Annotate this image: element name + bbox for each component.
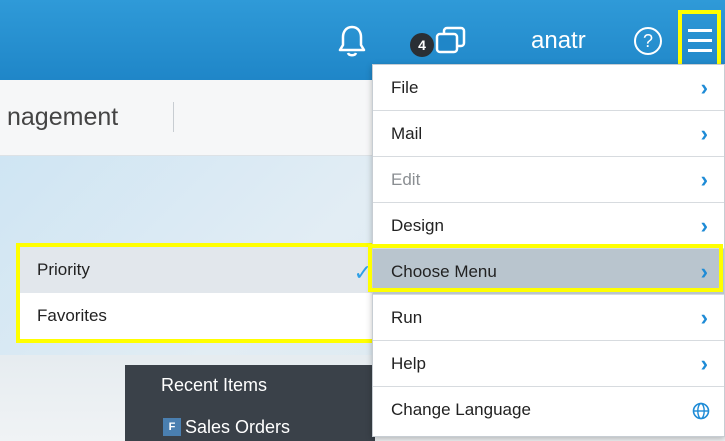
menu-item-label: Help — [391, 354, 426, 373]
menu-item-file[interactable]: File › — [373, 65, 724, 111]
menu-item-label: Change Language — [391, 400, 531, 419]
chevron-right-icon: › — [700, 305, 708, 330]
choose-menu-highlight-box — [368, 244, 723, 292]
submenu-item-label: Favorites — [37, 306, 107, 325]
menu-item-design[interactable]: Design › — [373, 203, 724, 249]
windows-button[interactable]: 4 — [408, 26, 468, 60]
submenu-item-favorites[interactable]: Favorites — [20, 293, 378, 339]
recent-item-label: Sales Orders — [185, 416, 291, 437]
form-icon: F — [163, 418, 181, 436]
username-label[interactable]: anatr — [531, 25, 586, 57]
menu-item-label: Run — [391, 308, 423, 327]
submenu-item-label: Priority — [37, 260, 90, 279]
menu-item-label: Design — [391, 216, 444, 235]
title-divider — [173, 102, 174, 132]
chevron-right-icon: › — [700, 351, 708, 376]
chevron-right-icon: › — [700, 75, 708, 100]
hamburger-menu-icon[interactable] — [678, 10, 721, 70]
menu-item-change-language[interactable]: Change Language — [373, 387, 724, 433]
chevron-right-icon: › — [700, 121, 708, 146]
menu-item-label: Edit — [391, 170, 421, 189]
recent-items-panel: Recent Items F Sales Orders — [125, 365, 375, 441]
menu-item-mail[interactable]: Mail › — [373, 111, 724, 157]
bell-icon[interactable] — [337, 24, 367, 58]
help-icon[interactable]: ? — [634, 27, 662, 55]
chevron-right-icon: › — [700, 213, 708, 238]
chevron-right-icon: › — [700, 167, 708, 192]
submenu-item-priority[interactable]: Priority ✓ — [20, 247, 378, 293]
menu-item-label: File — [391, 78, 419, 97]
menu-item-edit[interactable]: Edit › — [373, 157, 724, 203]
page-title: nagement — [7, 103, 119, 131]
notification-badge: 4 — [410, 33, 434, 57]
recent-item[interactable]: F Sales Orders — [163, 415, 290, 439]
menu-item-run[interactable]: Run › — [373, 295, 724, 341]
globe-icon — [692, 402, 710, 420]
menu-item-help[interactable]: Help › — [373, 341, 724, 387]
windows-icon — [435, 26, 466, 54]
recent-items-header: Recent Items — [161, 375, 268, 395]
menu-item-label: Mail — [391, 124, 423, 143]
choose-menu-submenu: Priority ✓ Favorites — [16, 243, 382, 343]
